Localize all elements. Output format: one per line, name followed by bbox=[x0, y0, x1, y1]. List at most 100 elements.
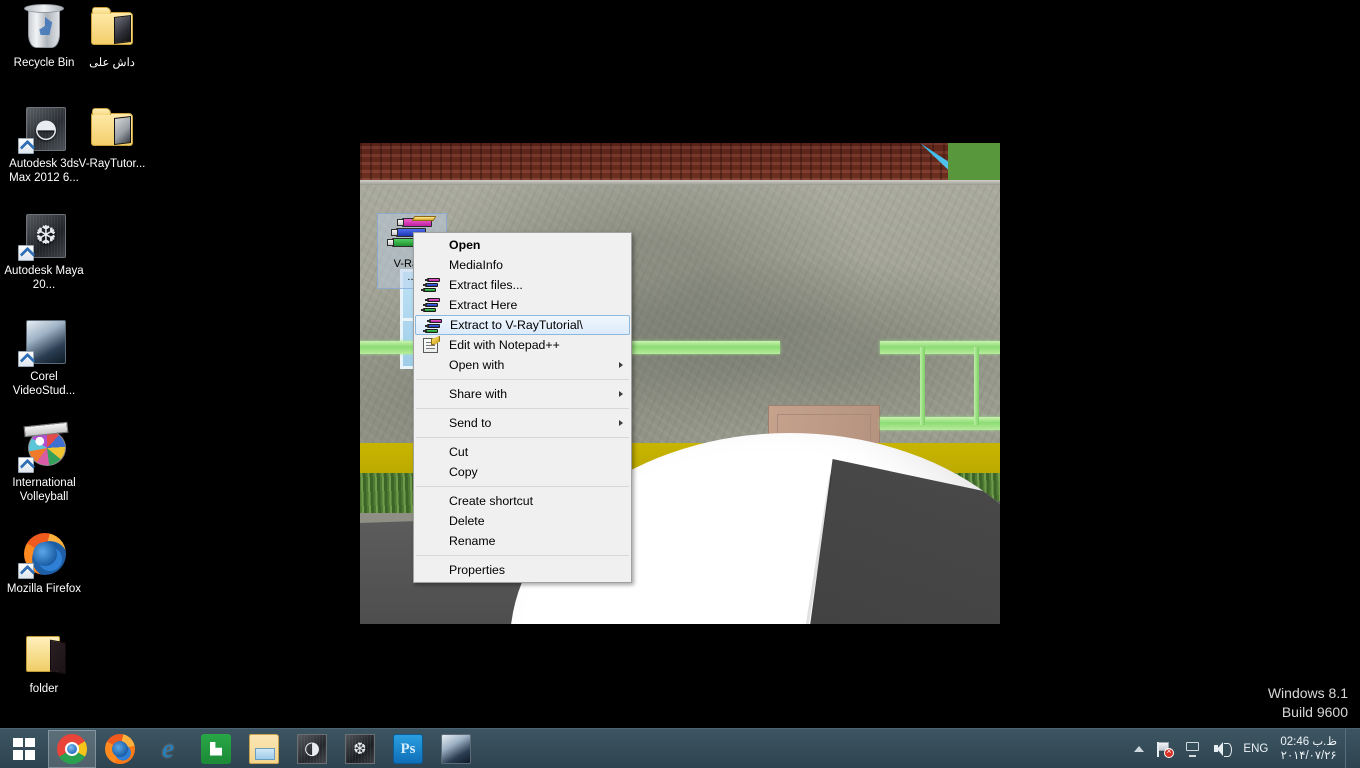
context-menu[interactable]: Open MediaInfo Extract files... Extract … bbox=[413, 232, 632, 583]
menu-item-extract-to-folder[interactable]: Extract to V-RayTutorial\ bbox=[415, 315, 630, 335]
store-icon bbox=[201, 733, 231, 764]
desktop[interactable]: Recycle Bin داش على ◓ Autodesk 3ds Max 2… bbox=[0, 0, 1360, 768]
desktop-icon-corel-videostudio[interactable]: Corel VideoStud... bbox=[0, 318, 88, 398]
taskbar-item-store[interactable] bbox=[192, 730, 240, 768]
taskbar-item-maya[interactable]: ❆ bbox=[336, 730, 384, 768]
internet-explorer-icon: e bbox=[162, 733, 174, 763]
desktop-icon-label: V-RayTutor... bbox=[78, 158, 146, 170]
tray-show-hidden-icons-button[interactable] bbox=[1128, 729, 1150, 768]
show-desktop-button[interactable] bbox=[1345, 728, 1354, 768]
tray-language-indicator[interactable]: ENG bbox=[1237, 743, 1274, 755]
menu-item-open[interactable]: Open bbox=[414, 235, 631, 255]
menu-item-open-with[interactable]: Open with bbox=[414, 355, 631, 375]
taskbar-item-chrome[interactable] bbox=[48, 729, 96, 768]
menu-item-label: Rename bbox=[449, 534, 496, 548]
green-rail-post-2 bbox=[974, 347, 979, 425]
menu-item-rename[interactable]: Rename bbox=[414, 531, 631, 551]
taskbar-item-firefox[interactable] bbox=[96, 730, 144, 768]
menu-item-cut[interactable]: Cut bbox=[414, 442, 631, 462]
open-folder-icon bbox=[20, 630, 68, 678]
winrar-icon bbox=[423, 319, 442, 334]
network-icon bbox=[1184, 741, 1201, 757]
tray-volume-button[interactable] bbox=[1207, 729, 1237, 768]
shortcut-arrow-icon bbox=[18, 245, 34, 261]
menu-item-extract-files[interactable]: Extract files... bbox=[414, 275, 631, 295]
menu-item-label: Create shortcut bbox=[449, 494, 534, 508]
menu-item-edit-with-notepadpp[interactable]: Edit with Notepad++ bbox=[414, 335, 631, 355]
desktop-icon-label: International Volleyball bbox=[12, 477, 76, 503]
volleyball-game-icon bbox=[18, 421, 69, 473]
folder-icon bbox=[88, 105, 136, 153]
tray-clock[interactable]: 02:46 ظ.ب ۲۰۱۴/۰۷/۲۶ bbox=[1274, 735, 1345, 763]
winrar-icon bbox=[421, 298, 440, 313]
shortcut-arrow-icon bbox=[18, 351, 34, 367]
windows-logo-icon bbox=[13, 737, 35, 760]
menu-item-extract-here[interactable]: Extract Here bbox=[414, 295, 631, 315]
menu-item-delete[interactable]: Delete bbox=[414, 511, 631, 531]
menu-item-properties[interactable]: Properties bbox=[414, 560, 631, 580]
menu-separator bbox=[416, 408, 629, 409]
folder-icon bbox=[88, 4, 136, 52]
taskbar-item-3ds-max[interactable]: ◑ bbox=[288, 730, 336, 768]
notepad-plus-plus-icon bbox=[423, 338, 438, 353]
taskbar-item-internet-explorer[interactable]: e bbox=[144, 730, 192, 768]
autodesk-3ds-max-icon: ◓ bbox=[18, 105, 68, 154]
flag-icon bbox=[1156, 741, 1175, 758]
menu-item-send-to[interactable]: Send to bbox=[414, 413, 631, 433]
system-tray[interactable]: ENG 02:46 ظ.ب ۲۰۱۴/۰۷/۲۶ bbox=[1128, 728, 1360, 768]
autodesk-maya-icon: ❆ bbox=[18, 212, 68, 261]
menu-item-label: Edit with Notepad++ bbox=[449, 338, 560, 352]
error-badge-icon bbox=[1164, 746, 1175, 758]
taskbar[interactable]: e ◑ ❆ Ps × ENG 02:46 ظ.ب ۲۰۱۴/۰۷/۲۶ bbox=[0, 728, 1360, 768]
menu-item-label: Open with bbox=[449, 358, 505, 372]
firefox-icon bbox=[105, 733, 135, 764]
menu-separator bbox=[416, 379, 629, 380]
desktop-icon-folder-generic[interactable]: folder bbox=[0, 630, 88, 696]
menu-item-copy[interactable]: Copy bbox=[414, 462, 631, 482]
menu-item-label: Open bbox=[449, 238, 481, 252]
autodesk-maya-icon: ❆ bbox=[345, 733, 375, 764]
desktop-icon-label: Corel VideoStud... bbox=[12, 371, 76, 397]
shortcut-arrow-icon bbox=[18, 138, 34, 154]
desktop-icon-label: folder bbox=[29, 683, 59, 695]
desktop-icon-autodesk-maya[interactable]: ❆ Autodesk Maya 20... bbox=[0, 212, 88, 292]
speaker-icon bbox=[1213, 741, 1233, 757]
menu-item-label: Properties bbox=[449, 563, 506, 577]
photoshop-icon: Ps bbox=[393, 733, 423, 764]
menu-item-label: Extract files... bbox=[449, 278, 523, 292]
menu-item-label: Cut bbox=[449, 445, 469, 459]
taskbar-item-photoshop[interactable]: Ps bbox=[384, 730, 432, 768]
roof-tiles-front bbox=[360, 143, 960, 181]
file-explorer-icon bbox=[249, 733, 279, 764]
corel-videostudio-icon bbox=[441, 733, 471, 764]
desktop-icon-international-volleyball[interactable]: International Volleyball bbox=[0, 421, 88, 504]
menu-item-label: Send to bbox=[449, 416, 492, 430]
autodesk-3ds-max-icon: ◑ bbox=[297, 733, 327, 764]
desktop-icon-mozilla-firefox[interactable]: Mozilla Firefox bbox=[0, 530, 88, 596]
menu-item-share-with[interactable]: Share with bbox=[414, 384, 631, 404]
tray-network-button[interactable] bbox=[1178, 729, 1207, 768]
chevron-right-icon bbox=[619, 362, 623, 368]
watermark-version: Windows 8.1 bbox=[1267, 685, 1348, 701]
start-button[interactable] bbox=[0, 729, 48, 768]
chrome-icon bbox=[57, 733, 87, 764]
menu-item-label: Copy bbox=[449, 465, 478, 479]
desktop-icon-v-ray-tutorial-folder[interactable]: V-RayTutor... bbox=[68, 105, 156, 171]
menu-item-mediainfo[interactable]: MediaInfo bbox=[414, 255, 631, 275]
chevron-right-icon bbox=[619, 420, 623, 426]
menu-item-label: Extract Here bbox=[449, 298, 518, 312]
taskbar-item-file-explorer[interactable] bbox=[240, 730, 288, 768]
desktop-icon-folder-dash-ali[interactable]: داش على bbox=[68, 4, 156, 70]
desktop-icon-label: داش على bbox=[89, 57, 135, 69]
corel-videostudio-icon bbox=[18, 318, 68, 367]
desktop-icon-label: Autodesk Maya 20... bbox=[4, 265, 84, 291]
sound-waves-icon bbox=[1224, 742, 1233, 757]
taskbar-item-corel-videostudio[interactable] bbox=[432, 730, 480, 768]
shortcut-arrow-icon bbox=[18, 563, 34, 579]
clock-time: 02:46 ظ.ب bbox=[1280, 735, 1337, 748]
chevron-right-icon bbox=[619, 391, 623, 397]
menu-item-create-shortcut[interactable]: Create shortcut bbox=[414, 491, 631, 511]
shortcut-arrow-icon bbox=[18, 457, 34, 473]
winrar-icon bbox=[421, 278, 440, 293]
tray-action-center-button[interactable] bbox=[1150, 729, 1178, 768]
